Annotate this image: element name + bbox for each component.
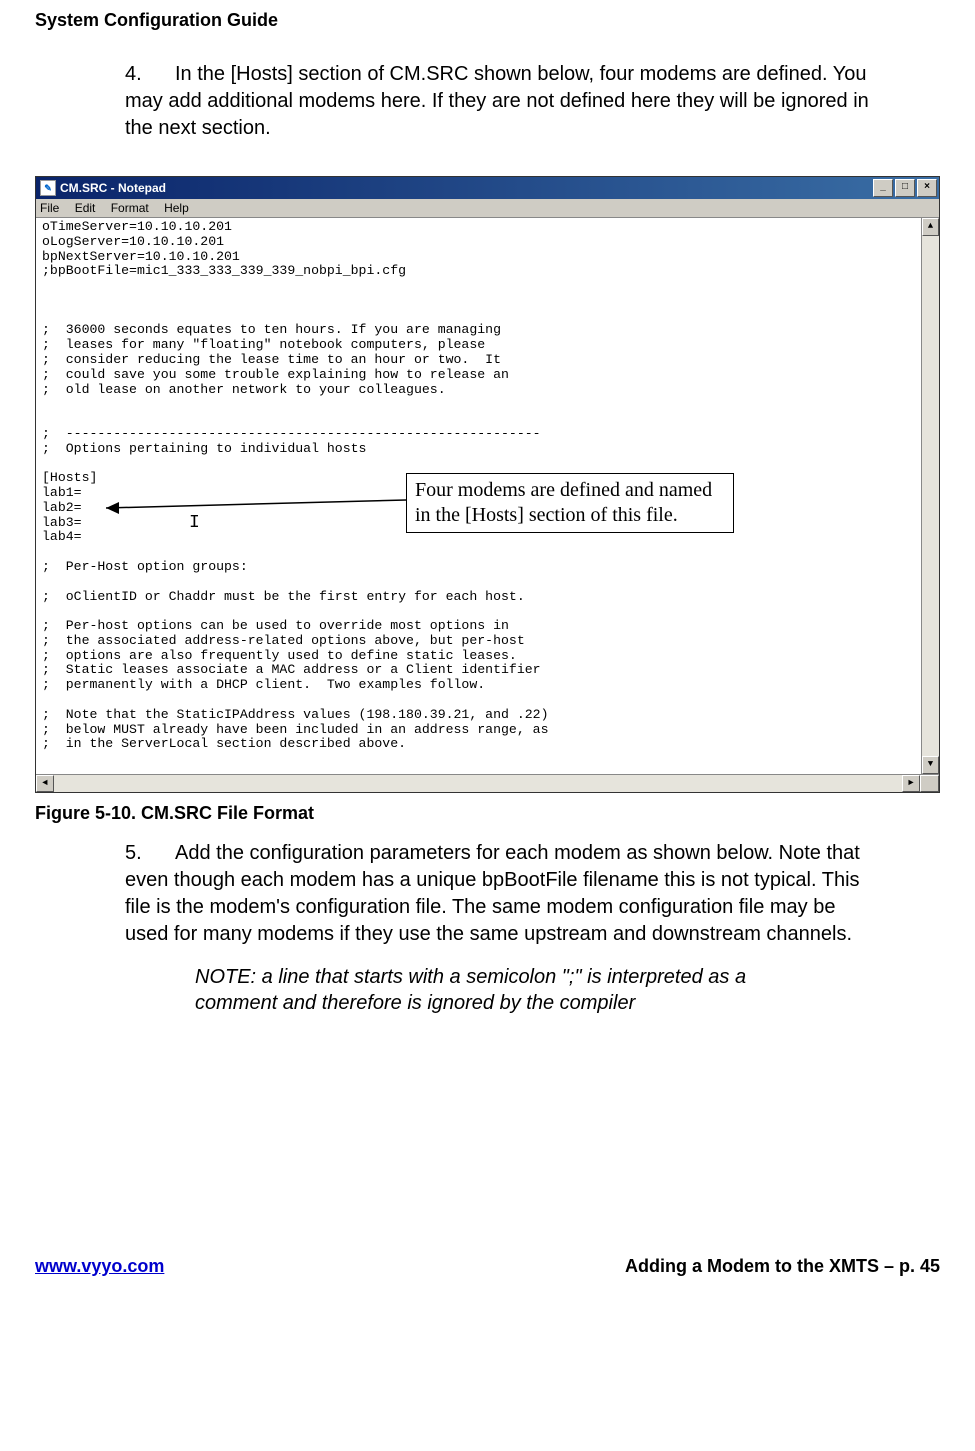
horizontal-scrollbar[interactable]: ◄ ►: [36, 774, 939, 792]
step-5: 5.Add the configuration parameters for e…: [125, 840, 880, 948]
menu-bar: File Edit Format Help: [36, 199, 939, 218]
titlebar[interactable]: ✎ CM.SRC - Notepad _ □ ×: [36, 177, 939, 199]
menu-format[interactable]: Format: [111, 201, 149, 215]
scroll-down-button[interactable]: ▼: [922, 756, 939, 774]
scroll-left-button[interactable]: ◄: [36, 775, 54, 792]
note-text: NOTE: a line that starts with a semicolo…: [195, 964, 810, 1016]
text-caret-icon: I: [189, 513, 200, 533]
notepad-app-icon: ✎: [40, 180, 56, 196]
doc-header: System Configuration Guide: [35, 10, 940, 31]
footer-page-info: Adding a Modem to the XMTS – p. 45: [625, 1256, 940, 1277]
step-4-text: In the [Hosts] section of CM.SRC shown b…: [125, 63, 869, 139]
scroll-up-button[interactable]: ▲: [922, 218, 939, 236]
page-footer: www.vyyo.com Adding a Modem to the XMTS …: [0, 1256, 975, 1277]
maximize-button[interactable]: □: [895, 179, 915, 197]
resize-grip[interactable]: [920, 775, 939, 792]
callout-box: Four modems are defined and named in the…: [406, 473, 734, 533]
callout-text: Four modems are defined and named in the…: [415, 479, 712, 526]
step-5-number: 5.: [125, 840, 175, 867]
close-button[interactable]: ×: [917, 179, 937, 197]
scroll-right-button[interactable]: ►: [902, 775, 920, 792]
figure-caption: Figure 5-10. CM.SRC File Format: [35, 803, 940, 824]
window-title: CM.SRC - Notepad: [60, 181, 166, 195]
menu-edit[interactable]: Edit: [75, 201, 96, 215]
vertical-scrollbar[interactable]: ▲ ▼: [921, 218, 939, 774]
menu-file[interactable]: File: [40, 201, 59, 215]
step-4-number: 4.: [125, 61, 175, 88]
notepad-screenshot: ✎ CM.SRC - Notepad _ □ × File Edit Forma…: [35, 176, 940, 793]
notepad-window: ✎ CM.SRC - Notepad _ □ × File Edit Forma…: [35, 176, 940, 793]
footer-url[interactable]: www.vyyo.com: [35, 1256, 164, 1277]
step-5-text: Add the configuration parameters for eac…: [125, 842, 860, 945]
menu-help[interactable]: Help: [164, 201, 189, 215]
step-4: 4.In the [Hosts] section of CM.SRC shown…: [125, 61, 880, 142]
minimize-button[interactable]: _: [873, 179, 893, 197]
